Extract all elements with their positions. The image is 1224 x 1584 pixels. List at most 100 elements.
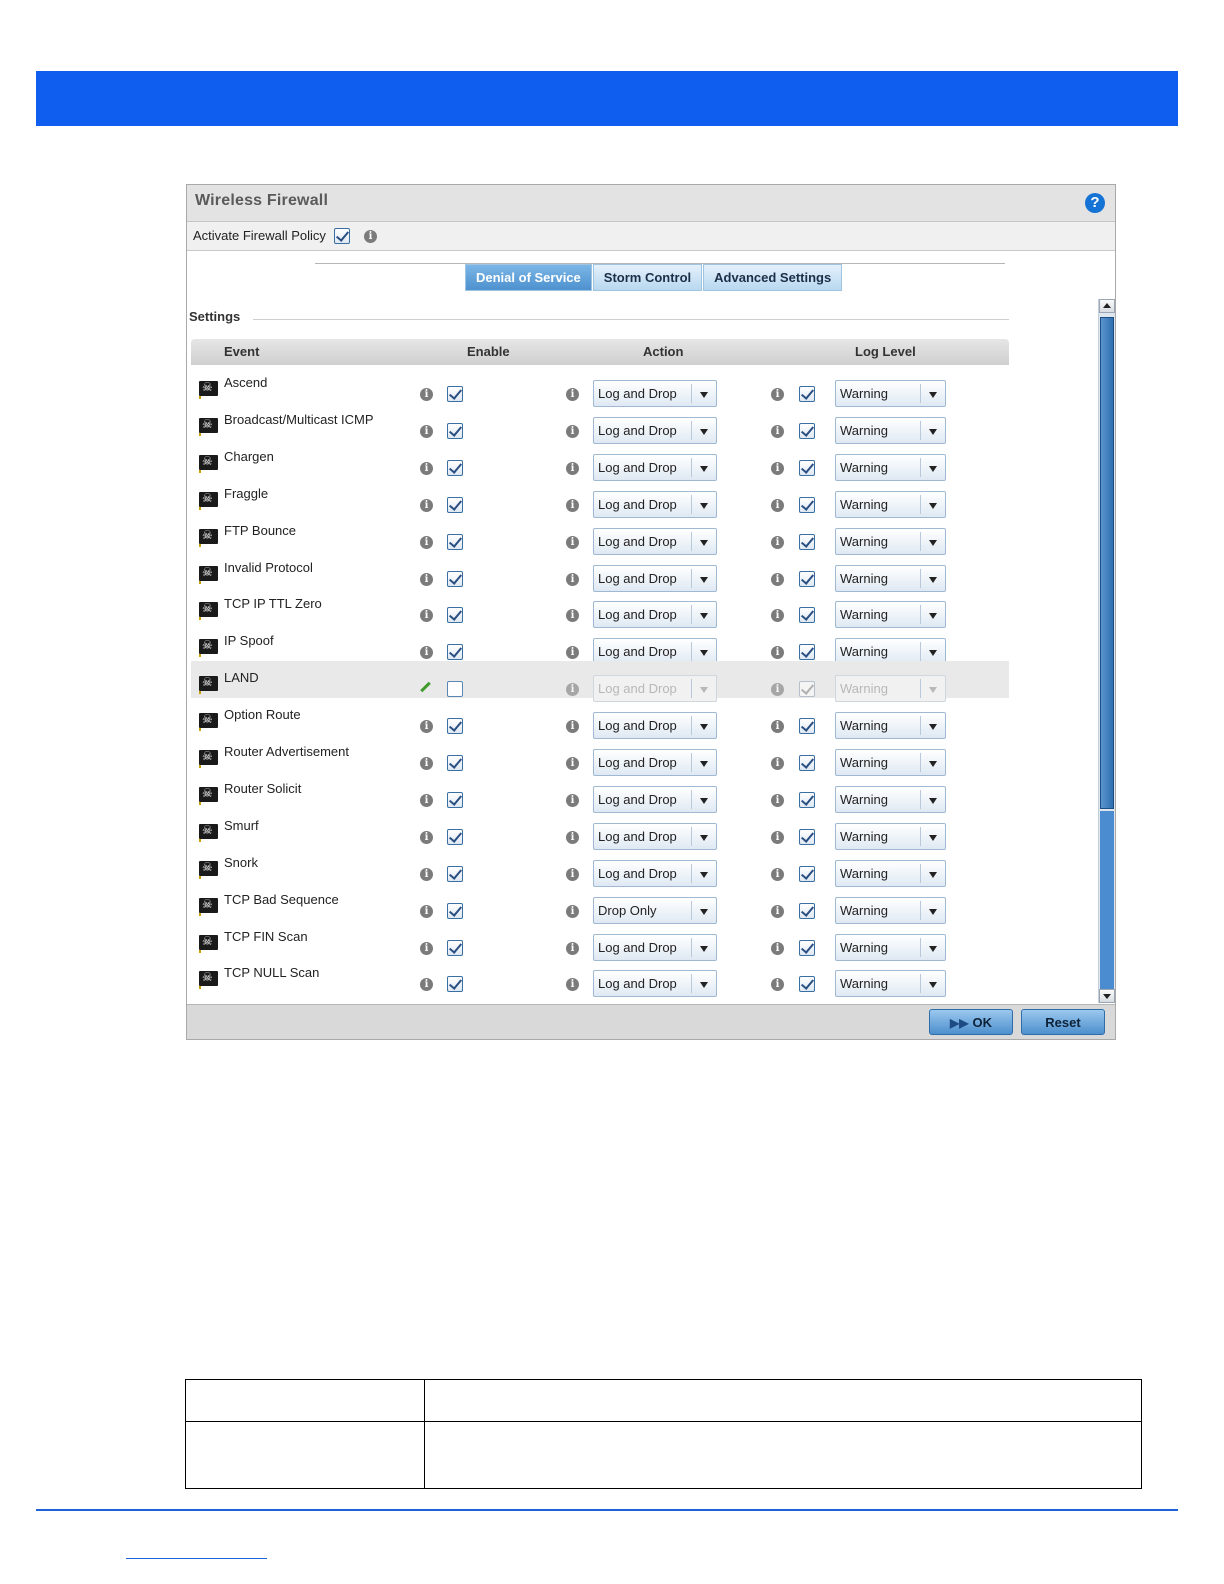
log-checkbox[interactable] — [799, 422, 815, 439]
info-icon[interactable]: i — [566, 720, 579, 734]
chevron-down-icon[interactable] — [920, 789, 945, 809]
enable-checkbox[interactable] — [447, 496, 463, 513]
info-icon[interactable]: i — [566, 498, 579, 512]
enable-checkbox[interactable] — [447, 755, 463, 771]
table-row[interactable]: TCP FIN Scan i i Log and Drop i Warning — [191, 920, 1009, 961]
log-checkbox[interactable] — [799, 681, 815, 698]
chevron-down-icon[interactable] — [691, 716, 716, 736]
tab-storm-control[interactable]: Storm Control — [592, 264, 703, 291]
chevron-down-icon[interactable] — [920, 753, 945, 772]
chevron-down-icon[interactable] — [691, 974, 716, 994]
enable-checkbox[interactable] — [447, 386, 463, 402]
log-checkbox[interactable] — [799, 570, 815, 587]
info-icon[interactable]: i — [420, 461, 433, 475]
chevron-down-icon[interactable] — [691, 531, 716, 551]
info-icon[interactable]: i — [566, 757, 579, 770]
scroll-up-button[interactable] — [1099, 299, 1115, 313]
enable-checkbox[interactable] — [447, 939, 463, 956]
table-row[interactable]: Snork i i Log and Drop i Warning — [191, 846, 1009, 887]
info-icon[interactable]: i — [771, 388, 784, 401]
table-row[interactable]: FTP Bounce i i Log and Drop i Warning — [191, 514, 1009, 555]
log-checkbox[interactable] — [799, 865, 815, 882]
info-icon[interactable]: i — [771, 572, 784, 586]
info-icon[interactable]: i — [566, 424, 579, 438]
log-checkbox[interactable] — [799, 607, 815, 624]
enable-checkbox[interactable] — [447, 828, 463, 845]
info-icon[interactable]: i — [420, 388, 433, 401]
table-row[interactable]: Fraggle i i Log and Drop i Warning — [191, 477, 1009, 518]
info-icon[interactable]: i — [420, 867, 433, 881]
pencil-icon[interactable] — [419, 681, 432, 694]
chevron-down-icon[interactable] — [691, 642, 716, 662]
chevron-down-icon[interactable] — [920, 457, 945, 477]
info-icon[interactable]: i — [420, 978, 433, 992]
chevron-down-icon[interactable] — [920, 384, 945, 403]
chevron-down-icon[interactable] — [920, 531, 945, 551]
enable-checkbox[interactable] — [447, 902, 463, 919]
log-level-select[interactable]: Warning — [835, 970, 946, 998]
chevron-down-icon[interactable] — [691, 605, 716, 625]
enable-checkbox[interactable] — [447, 459, 463, 476]
info-icon[interactable]: i — [566, 867, 579, 881]
footer-link-underline[interactable] — [126, 1558, 267, 1559]
enable-checkbox[interactable] — [447, 422, 463, 439]
log-checkbox[interactable] — [799, 976, 815, 993]
info-icon[interactable]: i — [420, 646, 433, 660]
chevron-down-icon[interactable] — [920, 863, 945, 883]
table-row[interactable]: LAND i Log and Drop i Warning — [191, 661, 1009, 703]
enable-checkbox[interactable] — [447, 533, 463, 550]
enable-checkbox[interactable] — [447, 976, 463, 993]
chevron-down-icon[interactable] — [920, 605, 945, 625]
chevron-down-icon[interactable] — [691, 826, 716, 846]
table-row[interactable]: Option Route i i Log and Drop i Warning — [191, 698, 1009, 740]
chevron-down-icon[interactable] — [920, 937, 945, 957]
scroll-track[interactable] — [1100, 811, 1114, 989]
chevron-down-icon[interactable] — [691, 420, 716, 440]
info-icon[interactable]: i — [566, 646, 579, 660]
info-icon[interactable]: i — [420, 904, 433, 918]
info-icon[interactable]: i — [420, 609, 433, 623]
ok-button[interactable]: ▶▶ OK — [929, 1009, 1013, 1035]
info-icon[interactable]: i — [420, 424, 433, 438]
info-icon[interactable]: i — [420, 535, 433, 549]
info-icon[interactable]: i — [566, 572, 579, 586]
log-checkbox[interactable] — [799, 718, 815, 735]
info-icon[interactable]: i — [566, 904, 579, 918]
log-checkbox[interactable] — [799, 939, 815, 956]
info-icon[interactable]: i — [771, 535, 784, 549]
table-row[interactable]: Router Advertisement i i Log and Drop i Warni… — [191, 735, 1009, 776]
chevron-down-icon[interactable] — [691, 384, 716, 403]
info-icon[interactable]: i — [771, 646, 784, 660]
enable-checkbox[interactable] — [447, 865, 463, 882]
info-icon[interactable]: i — [420, 572, 433, 586]
enable-checkbox[interactable] — [447, 791, 463, 808]
info-icon[interactable]: i — [771, 793, 784, 807]
log-checkbox[interactable] — [799, 902, 815, 919]
chevron-down-icon[interactable] — [691, 457, 716, 477]
info-icon[interactable]: i — [771, 867, 784, 881]
action-select[interactable]: Log and Drop — [593, 970, 717, 998]
info-icon[interactable]: i — [566, 461, 579, 475]
chevron-down-icon[interactable] — [691, 568, 716, 588]
chevron-down-icon[interactable] — [920, 826, 945, 846]
chevron-down-icon[interactable] — [920, 420, 945, 440]
help-icon[interactable]: ? — [1085, 193, 1105, 213]
chevron-down-icon[interactable] — [691, 679, 716, 699]
info-icon[interactable]: i — [566, 683, 579, 697]
table-row[interactable]: TCP Bad Sequence i i Drop Only i Warning — [191, 883, 1009, 924]
log-checkbox[interactable] — [799, 755, 815, 771]
enable-checkbox[interactable] — [447, 644, 463, 661]
info-icon[interactable]: i — [771, 461, 784, 475]
log-checkbox[interactable] — [799, 386, 815, 402]
table-row[interactable]: Ascend i i Log and Drop i Warning — [191, 366, 1009, 407]
info-icon[interactable]: i — [566, 535, 579, 549]
log-checkbox[interactable] — [799, 459, 815, 476]
table-row[interactable]: Chargen i i Log and Drop i Warning — [191, 440, 1009, 481]
info-icon[interactable]: i — [771, 683, 784, 697]
table-row[interactable]: TCP NULL Scan i i Log and Drop i Warning — [191, 956, 1009, 998]
chevron-down-icon[interactable] — [920, 642, 945, 662]
tab-denial-of-service[interactable]: Denial of Service — [465, 264, 592, 291]
log-checkbox[interactable] — [799, 496, 815, 513]
log-checkbox[interactable] — [799, 828, 815, 845]
info-icon[interactable]: i — [566, 793, 579, 807]
